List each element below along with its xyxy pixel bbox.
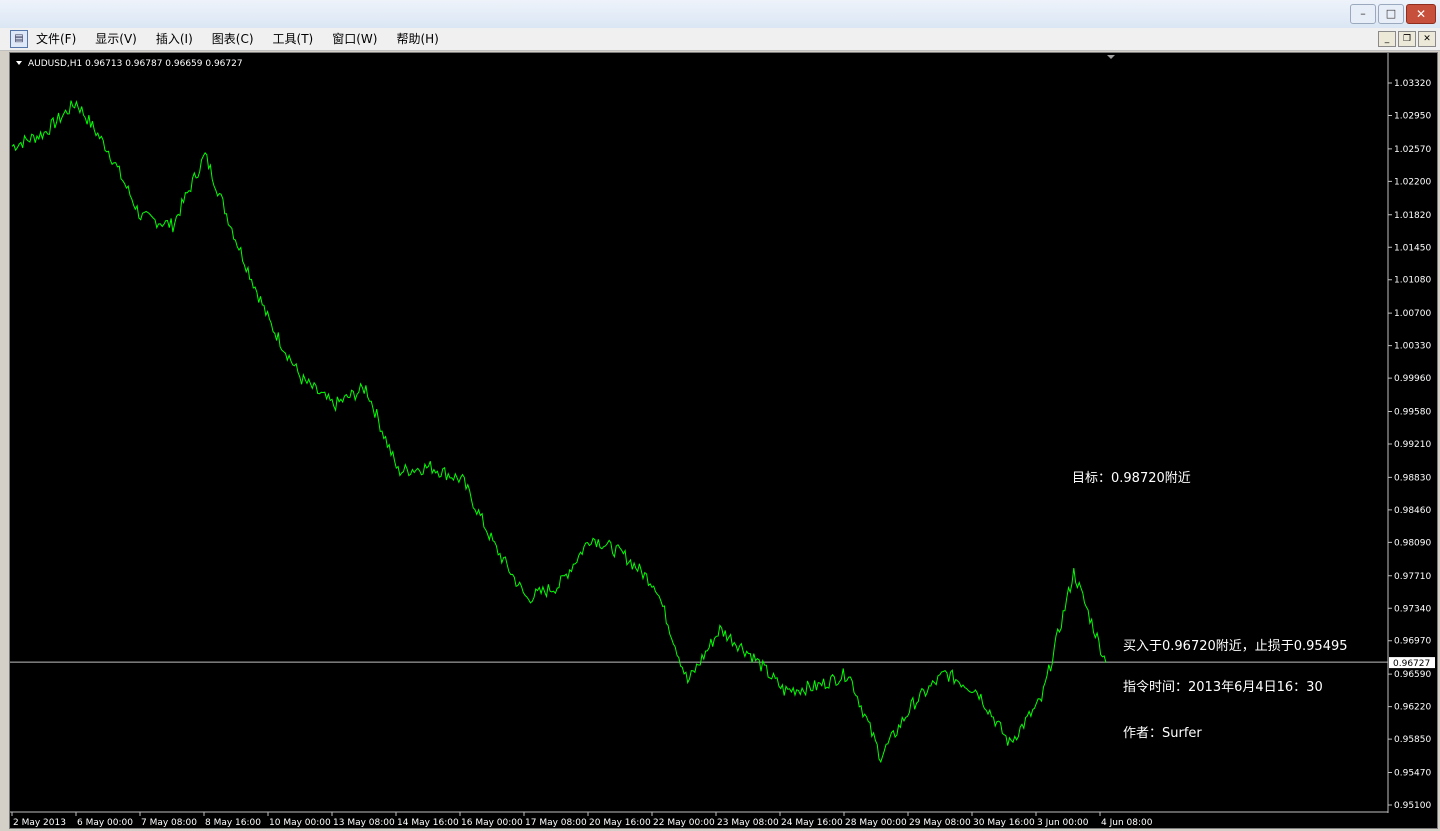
mdi-minimize-button[interactable]: _ [1378,31,1396,47]
time-tick-label: 8 May 16:00 [205,818,261,828]
time-tick-label: 13 May 08:00 [333,818,395,828]
time-tick-label: 30 May 16:00 [973,818,1035,828]
price-tick-label: 0.96970 [1394,637,1431,647]
price-tick-label: 0.95100 [1394,801,1431,811]
menu-tools[interactable]: 工具(T) [273,28,314,50]
price-tick-label: 1.02950 [1394,111,1431,121]
price-chart[interactable]: AUDUSD,H1 0.96713 0.96787 0.96659 0.9672… [10,53,1437,828]
price-series-line [11,99,1107,764]
time-tick-label: 28 May 00:00 [845,818,907,828]
time-tick-label: 4 Jun 08:00 [1101,818,1153,828]
price-tick-label: 1.01080 [1394,276,1431,286]
mdi-close-button[interactable]: ✕ [1418,31,1436,47]
time-tick-label: 7 May 08:00 [141,818,197,828]
author-annotation: 作者：Surfer [1123,726,1202,741]
menu-file[interactable]: 文件(F) [36,28,76,50]
menu-bar: ▤ 文件(F) 显示(V) 插入(I) 图表(C) 工具(T) 窗口(W) 帮助… [0,28,1440,51]
price-tick-label: 0.96590 [1394,670,1431,680]
chart-window[interactable]: AUDUSD,H1 0.96713 0.96787 0.96659 0.9672… [9,52,1438,829]
price-tick-label: 0.98460 [1394,506,1431,516]
price-tick-label: 0.95470 [1394,769,1431,779]
time-tick-label: 24 May 16:00 [781,818,843,828]
price-axis: 1.03320 1.02950 1.02570 1.02200 1.01820 1.014… [1388,79,1431,811]
price-tick-label: 0.98090 [1394,538,1431,548]
outer-maximize-button[interactable]: □ [1378,4,1404,24]
current-price-label: 0.96727 [1393,659,1430,669]
menu-charts[interactable]: 图表(C) [212,28,254,50]
price-tick-label: 1.00700 [1394,309,1431,319]
price-tick-label: 0.96220 [1394,703,1431,713]
price-tick-label: 0.99960 [1394,374,1431,384]
time-tick-label: 6 May 00:00 [77,818,133,828]
menu-view[interactable]: 显示(V) [95,28,137,50]
price-tick-label: 1.01450 [1394,243,1431,253]
buy-annotation: 买入于0.96720附近，止损于0.95495 [1123,639,1348,654]
price-tick-label: 0.97710 [1394,572,1431,582]
chart-header-arrow-icon[interactable] [16,61,22,65]
price-tick-label: 0.97340 [1394,604,1431,614]
time-tick-label: 20 May 16:00 [589,818,651,828]
price-tick-label: 1.02200 [1394,177,1431,187]
price-tick-label: 0.95850 [1394,735,1431,745]
time-tick-label: 10 May 00:00 [269,818,331,828]
price-tick-label: 0.99210 [1394,440,1431,450]
price-tick-label: 0.99580 [1394,408,1431,418]
price-tick-label: 1.03320 [1394,79,1431,89]
time-tick-label: 23 May 08:00 [717,818,779,828]
menu-items: 文件(F) 显示(V) 插入(I) 图表(C) 工具(T) 窗口(W) 帮助(H… [36,28,458,50]
mdi-restore-button[interactable]: ❐ [1398,31,1416,47]
menu-help[interactable]: 帮助(H) [396,28,438,50]
time-annotation: 指令时间：2013年6月4日16：30 [1123,680,1323,695]
outer-title-bar: – □ ✕ [0,0,1440,29]
chart-header: AUDUSD,H1 0.96713 0.96787 0.96659 0.9672… [28,59,243,69]
target-annotation: 目标：0.98720附近 [1072,471,1191,486]
price-tick-label: 1.00330 [1394,342,1431,352]
chart-app-icon[interactable]: ▤ [10,30,28,48]
time-axis: 2 May 2013 6 May 00:00 7 May 08:00 8 May 16… [11,812,1153,828]
menu-window[interactable]: 窗口(W) [332,28,377,50]
time-tick-label: 14 May 16:00 [397,818,459,828]
price-tick-label: 1.01820 [1394,211,1431,221]
outer-close-button[interactable]: ✕ [1406,4,1436,24]
menu-insert[interactable]: 插入(I) [156,28,193,50]
mdi-buttons: _ ❐ ✕ [1378,31,1436,47]
time-tick-label: 22 May 00:00 [653,818,715,828]
time-tick-label: 16 May 00:00 [461,818,523,828]
outer-minimize-button[interactable]: – [1350,4,1376,24]
shift-marker-icon[interactable] [1107,55,1115,59]
time-tick-label: 3 Jun 00:00 [1037,818,1089,828]
time-tick-label: 2 May 2013 [13,818,66,828]
time-tick-label: 29 May 08:00 [909,818,971,828]
price-tick-label: 0.98830 [1394,473,1431,483]
time-tick-label: 17 May 08:00 [525,818,587,828]
price-tick-label: 1.02570 [1394,145,1431,155]
